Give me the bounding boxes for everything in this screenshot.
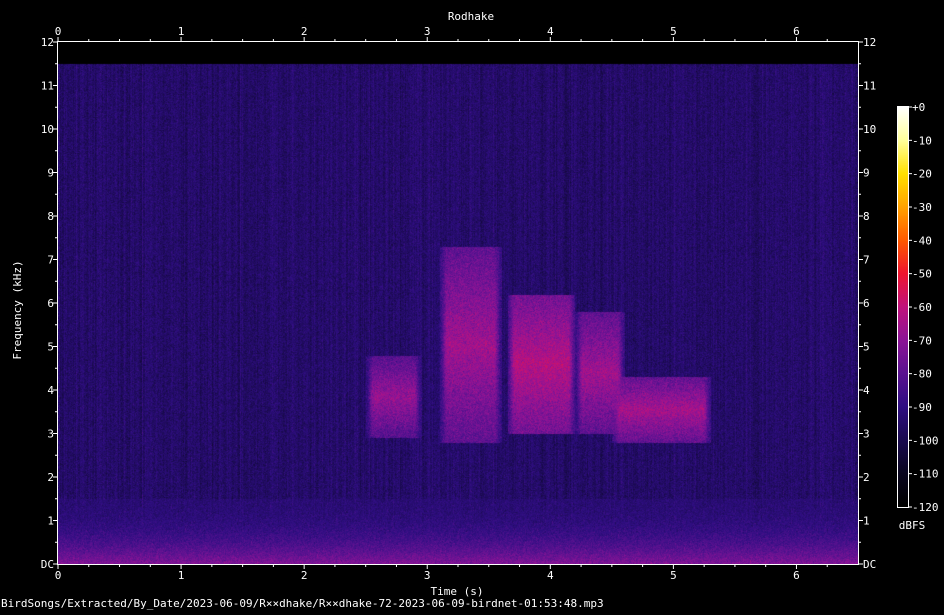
spectrogram-figure: 0 0 1 1 2 2 3 3 4 4 5 5 6 6 DC DC 1 1 2 2 3 3 4 4 5 5 6 6 7 7 8 8 9 9 10 10… (0, 0, 944, 611)
x-tick-label-top: 0 (55, 25, 62, 38)
colorbar-tick-label: -10 (912, 134, 932, 147)
y-tick-label-right: 7 (863, 254, 870, 267)
y-tick-label-left: 5 (47, 341, 54, 354)
y-tick-label-left: 11 (41, 80, 54, 93)
x-tick-label-bottom: 3 (424, 569, 431, 582)
y-tick-label-right: 1 (863, 515, 870, 528)
colorbar-tick-label: -100 (912, 434, 939, 447)
y-tick-label-left: 9 (47, 167, 54, 180)
x-tick-label-top: 2 (301, 25, 308, 38)
colorbar-tick-label: -70 (912, 334, 932, 347)
y-axis-label: Frequency (kHz) (11, 260, 24, 359)
x-tick-label-top: 1 (178, 25, 185, 38)
y-tick-label-left: 12 (41, 36, 54, 49)
spectrogram-plot-area (58, 42, 858, 564)
x-tick-label-bottom: 0 (55, 569, 62, 582)
colorbar-tick-label: -30 (912, 201, 932, 214)
x-tick-label-top: 6 (793, 25, 800, 38)
x-tick-label-bottom: 1 (178, 569, 185, 582)
colorbar-label: dBFS (899, 519, 926, 532)
x-tick-label-top: 4 (547, 25, 554, 38)
colorbar-tick-label: -50 (912, 268, 932, 281)
y-tick-label-right: 9 (863, 167, 870, 180)
chart-title: Rodhake (448, 10, 494, 23)
colorbar-tick-label: -110 (912, 468, 939, 481)
x-tick-label-top: 5 (670, 25, 677, 38)
x-tick-label-bottom: 4 (547, 569, 554, 582)
y-tick-label-left: 2 (47, 471, 54, 484)
colorbar-tick-label: -80 (912, 368, 932, 381)
x-tick-label-top: 3 (424, 25, 431, 38)
y-tick-label-left: 8 (47, 210, 54, 223)
y-tick-label-left: 10 (41, 123, 54, 136)
y-tick-label-left: 7 (47, 254, 54, 267)
file-path-label: BirdSongs/Extracted/By_Date/2023-06-09/R… (1, 597, 604, 610)
y-tick-label-right: 6 (863, 297, 870, 310)
y-tick-label-right: 3 (863, 428, 870, 441)
y-tick-label-right: 11 (863, 80, 876, 93)
x-tick-label-bottom: 6 (793, 569, 800, 582)
y-tick-label-left: 3 (47, 428, 54, 441)
y-tick-label-left: 4 (47, 384, 54, 397)
y-tick-label-left: 6 (47, 297, 54, 310)
y-tick-label-right: 5 (863, 341, 870, 354)
colorbar-tick-label: -90 (912, 401, 932, 414)
x-tick-label-bottom: 2 (301, 569, 308, 582)
y-tick-label-left: DC (41, 558, 54, 571)
colorbar-tick-label: -120 (912, 501, 939, 514)
y-tick-label-right: 8 (863, 210, 870, 223)
y-tick-label-right: 12 (863, 36, 876, 49)
colorbar-tick-label: -20 (912, 168, 932, 181)
y-tick-label-right: 2 (863, 471, 870, 484)
x-tick-label-bottom: 5 (670, 569, 677, 582)
colorbar-tick-label: +0 (912, 101, 925, 114)
y-tick-label-right: DC (863, 558, 876, 571)
y-tick-label-right: 10 (863, 123, 876, 136)
y-tick-label-left: 1 (47, 515, 54, 528)
colorbar-tick-label: -60 (912, 301, 932, 314)
colorbar-tick-label: -40 (912, 234, 932, 247)
colorbar (898, 107, 908, 507)
y-tick-label-right: 4 (863, 384, 870, 397)
